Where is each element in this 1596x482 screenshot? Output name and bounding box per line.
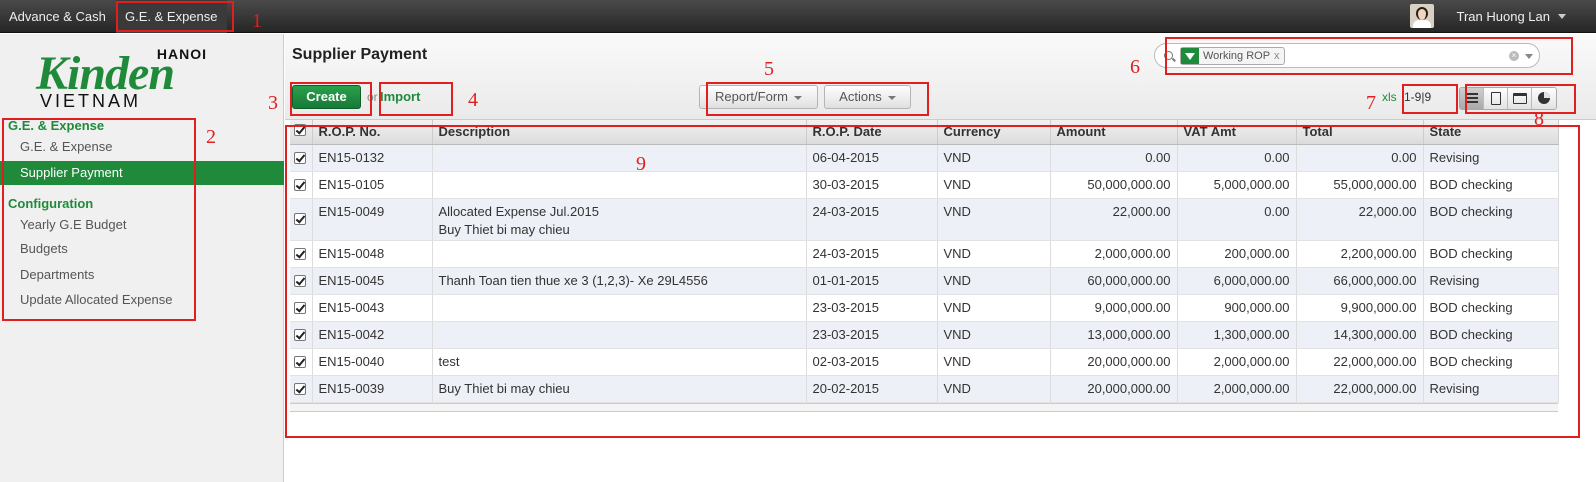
actions-button[interactable]: Actions (824, 85, 911, 109)
graph-view-button[interactable] (1532, 88, 1556, 109)
sidebar-item-ge-expense[interactable]: G.E. & Expense (0, 135, 284, 159)
sidebar-item-yearly-budget[interactable]: Yearly G.E Budget (0, 213, 284, 237)
search-icon (1164, 51, 1173, 60)
menu-advance-cash[interactable]: Advance & Cash (0, 0, 115, 33)
sidebar-section-configuration: Configuration (8, 196, 94, 211)
table-row[interactable]: EN15-0040 test 02-03-2015 VND 20,000,000… (290, 348, 1559, 376)
user-name[interactable]: Tran Huong Lan (1457, 0, 1550, 33)
row-checkbox[interactable] (290, 144, 313, 172)
facet-remove-icon[interactable]: x (1274, 50, 1280, 62)
search-facet: Working ROP x (1180, 47, 1285, 65)
report-form-button[interactable]: Report/Form (699, 85, 818, 109)
row-checkbox[interactable] (290, 267, 313, 295)
sidebar-item-budgets[interactable]: Budgets (0, 237, 284, 261)
chevron-down-icon (887, 95, 896, 100)
chevron-down-icon (793, 95, 802, 100)
calendar-view-button[interactable] (1508, 88, 1532, 109)
calendar-icon (1513, 93, 1527, 104)
export-xls-link[interactable]: xls (1382, 90, 1397, 104)
top-menu-bar: Advance & Cash G.E. & Expense Tran Huong… (0, 0, 1596, 33)
column-header[interactable]: R.O.P. Date (806, 120, 938, 145)
annotation-label-5: 5 (764, 58, 774, 80)
row-checkbox[interactable] (290, 171, 313, 199)
column-header[interactable]: Amount (1050, 120, 1178, 145)
sidebar-item-supplier-payment[interactable]: Supplier Payment (0, 161, 284, 185)
select-all-checkbox[interactable] (290, 120, 313, 145)
clear-search-icon[interactable]: × (1509, 51, 1519, 61)
table-row[interactable]: EN15-0132 06-04-2015 VND 0.00 0.00 0.00 … (290, 144, 1559, 172)
list-table: R.O.P. No. Description R.O.P. Date Curre… (290, 120, 1559, 412)
search-options-chevron-icon[interactable] (1525, 54, 1533, 59)
annotation-label-3: 3 (268, 92, 278, 114)
table-row[interactable]: EN15-0042 23-03-2015 VND 13,000,000.00 1… (290, 321, 1559, 349)
graph-icon (1538, 92, 1550, 104)
sidebar-section-ge-expense: G.E. & Expense (8, 118, 105, 133)
list-icon (1466, 93, 1478, 103)
table-row[interactable]: EN15-0105 30-03-2015 VND 50,000,000.00 5… (290, 171, 1559, 199)
table-row[interactable]: EN15-0049 Allocated Expense Jul.2015 Buy … (290, 198, 1559, 241)
annotation-label-9: 9 (636, 153, 646, 175)
user-avatar[interactable] (1410, 4, 1434, 28)
table-footer (290, 402, 1558, 412)
list-view-button[interactable] (1460, 88, 1484, 109)
pager[interactable]: 1-9|9 (1404, 90, 1431, 104)
column-header[interactable]: Description (432, 120, 807, 145)
annotation-label-6: 6 (1130, 56, 1140, 78)
view-switcher (1459, 87, 1557, 110)
user-menu-caret-icon[interactable] (1558, 14, 1566, 19)
sidebar: HANOI Kinden VIETNAM G.E. & Expense G.E.… (0, 34, 284, 482)
main-content: Supplier Payment Create or Import Report… (285, 34, 1596, 482)
row-checkbox[interactable] (290, 348, 313, 376)
table-row[interactable]: EN15-0048 24-03-2015 VND 2,000,000.00 20… (290, 240, 1559, 268)
table-row[interactable]: EN15-0039 Buy Thiet bi may chieu 20-02-2… (290, 375, 1559, 403)
row-checkbox[interactable] (290, 240, 313, 268)
filter-icon (1181, 48, 1199, 64)
annotation-label-1: 1 (252, 10, 262, 32)
import-button[interactable]: Import (380, 89, 420, 104)
annotation-label-4: 4 (468, 89, 478, 111)
table-row[interactable]: EN15-0043 23-03-2015 VND 9,000,000.00 90… (290, 294, 1559, 322)
column-header[interactable]: Total (1296, 120, 1424, 145)
row-checkbox[interactable] (290, 294, 313, 322)
table-row[interactable]: EN15-0045 Thanh Toan tien thue xe 3 (1,2… (290, 267, 1559, 295)
form-view-button[interactable] (1484, 88, 1508, 109)
annotation-label-8: 8 (1534, 108, 1544, 130)
create-button[interactable]: Create (292, 85, 361, 109)
annotation-label-7: 7 (1366, 92, 1376, 114)
form-icon (1491, 92, 1501, 105)
view-header: Supplier Payment Create or Import Report… (285, 34, 1596, 120)
column-header[interactable]: VAT Amt (1177, 120, 1297, 145)
company-logo: HANOI Kinden VIETNAM (36, 46, 207, 111)
column-header[interactable]: R.O.P. No. (312, 120, 433, 145)
page-title: Supplier Payment (292, 46, 428, 63)
row-checkbox[interactable] (290, 198, 313, 241)
menu-ge-expense[interactable]: G.E. & Expense (116, 0, 227, 33)
sidebar-item-departments[interactable]: Departments (0, 263, 284, 287)
search-bar[interactable]: Working ROP x × (1154, 43, 1540, 68)
row-checkbox[interactable] (290, 321, 313, 349)
annotation-label-2: 2 (206, 126, 216, 148)
column-header[interactable]: Currency (937, 120, 1051, 145)
or-label: or (367, 90, 378, 104)
sidebar-item-update-allocated-expense[interactable]: Update Allocated Expense (0, 288, 284, 312)
row-checkbox[interactable] (290, 375, 313, 403)
